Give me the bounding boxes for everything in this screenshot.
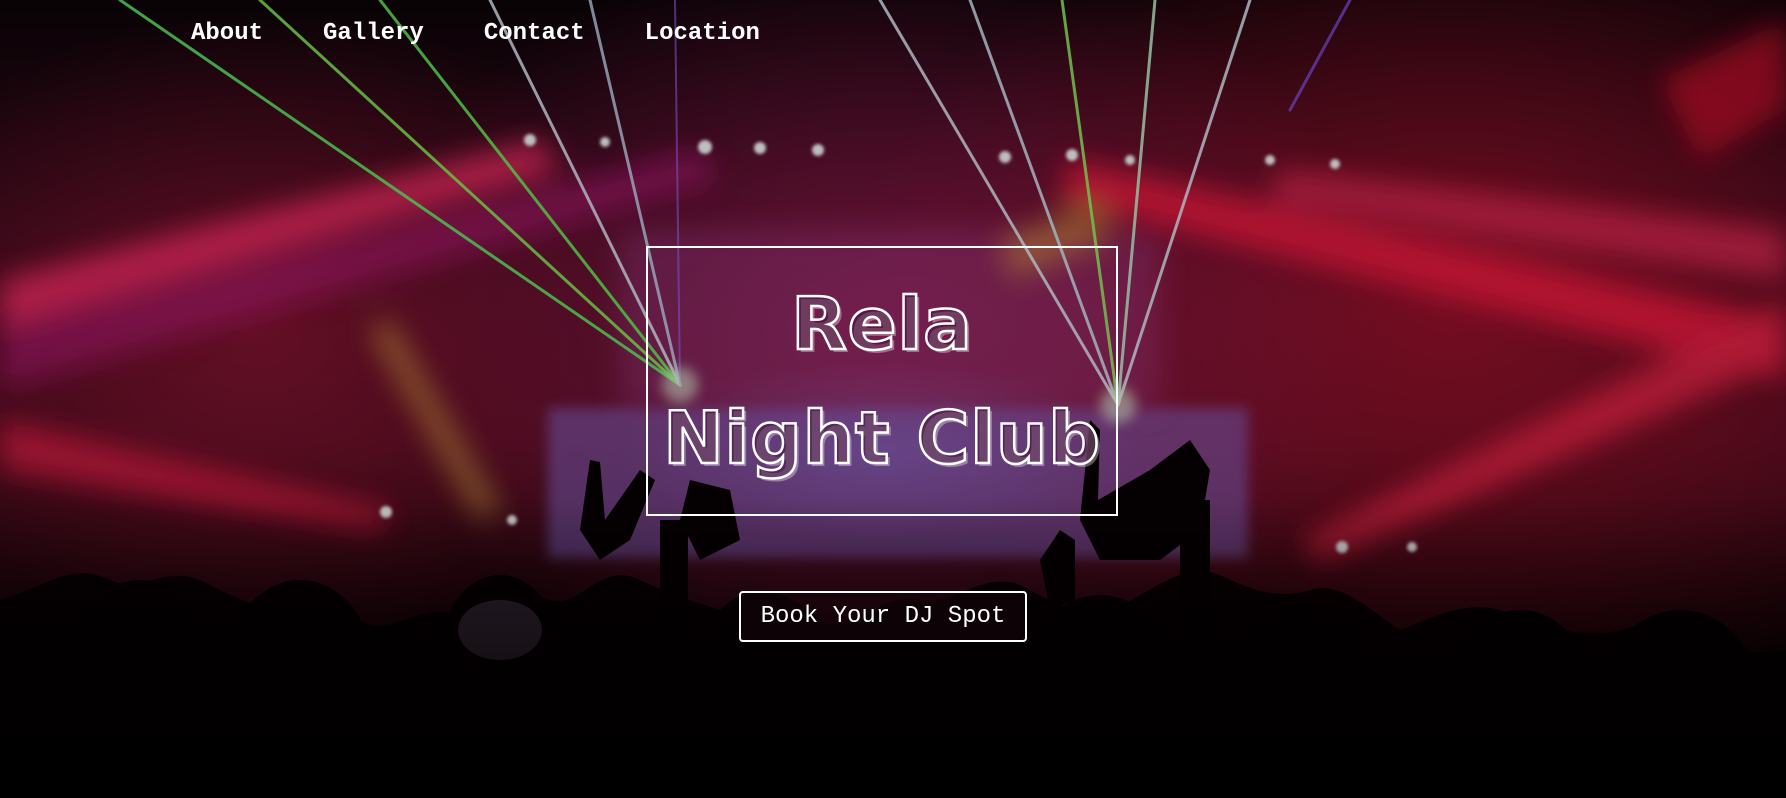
hero-title-line-1: Rela	[790, 282, 973, 366]
main-navigation: About Gallery Contact Location	[191, 17, 820, 51]
nav-link-location[interactable]: Location	[645, 17, 760, 51]
nav-link-about[interactable]: About	[191, 17, 263, 51]
hero-title-line-2: Night Club	[662, 396, 1101, 480]
nav-link-contact[interactable]: Contact	[484, 17, 585, 51]
book-dj-spot-button[interactable]: Book Your DJ Spot	[739, 591, 1027, 642]
hero-title-box: Rela Night Club	[646, 246, 1118, 516]
nav-link-gallery[interactable]: Gallery	[323, 17, 424, 51]
hero-section: About Gallery Contact Location Rela Nigh…	[0, 0, 1786, 798]
